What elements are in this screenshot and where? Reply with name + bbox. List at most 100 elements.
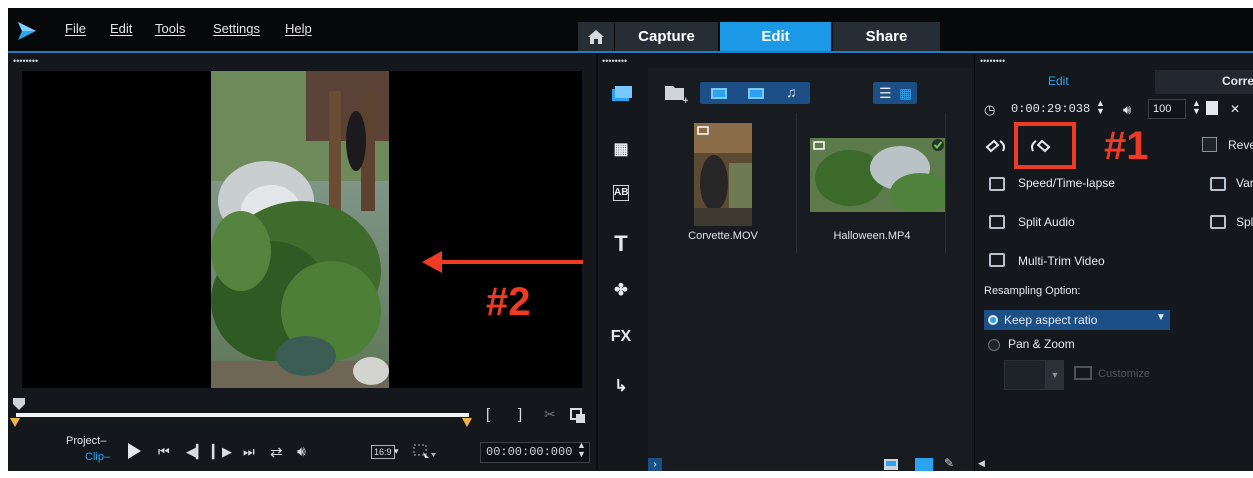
tab-share[interactable]: Share (833, 22, 940, 52)
keep-aspect-radio[interactable] (988, 315, 998, 325)
go-to-start-icon[interactable]: ⏮ (158, 444, 170, 460)
pan-zoom-preset-selector[interactable] (1004, 360, 1046, 390)
split-audio-button[interactable]: Split Audio (1018, 215, 1075, 229)
annotation-two: #2 (486, 280, 531, 324)
variable-speed-icon (1210, 177, 1226, 191)
mute-icon[interactable]: ✕ (1230, 102, 1240, 116)
duration-clock-icon: ◷ (984, 102, 996, 117)
project-mode-label[interactable]: Project– (66, 435, 106, 447)
mark-in-button[interactable]: [ (486, 406, 490, 423)
edit-properties-icon[interactable]: ✎ (944, 456, 954, 470)
options-panel-toggle-icon[interactable] (915, 458, 933, 471)
customize-icon (1074, 366, 1092, 380)
aspect-ratio-button[interactable]: 16:9 (371, 445, 395, 459)
split-audio-icon (989, 215, 1005, 229)
selection-mode-icon[interactable] (413, 444, 437, 460)
instant-project-icon[interactable]: ▦ (608, 139, 634, 159)
timecode-stepper-icon[interactable]: ▲ ▼ (577, 441, 586, 459)
duration-stepper-icon[interactable]: ▲ ▼ (1096, 99, 1105, 116)
menu-bar: File Edit Tools Settings Help Capture Ed… (8, 8, 1253, 52)
next-frame-icon[interactable]: ▎▶ (212, 444, 232, 460)
tab-edit[interactable]: Edit (720, 22, 831, 52)
speed-icon (989, 177, 1005, 191)
options-tab-edit[interactable]: Edit (1048, 74, 1069, 88)
clip-mode-label[interactable]: Clip– (85, 451, 110, 463)
clip-thumbnail-corvette[interactable] (694, 123, 752, 226)
collapse-panel-icon[interactable]: ◀ (978, 458, 985, 469)
menu-tools[interactable]: Tools (155, 21, 185, 36)
home-tab[interactable] (578, 22, 614, 52)
clip-duration-field[interactable]: 0:00:29:038 (1011, 102, 1090, 116)
split-scene-icon (1210, 215, 1226, 229)
home-icon (588, 30, 604, 44)
pan-zoom-radio[interactable] (988, 339, 1000, 351)
show-photos-icon[interactable] (748, 88, 764, 99)
multi-trim-icon (989, 253, 1005, 267)
graphics-icon[interactable]: ✤ (608, 280, 634, 300)
media-library-icon[interactable] (611, 84, 633, 104)
title-icon[interactable]: T (608, 231, 634, 257)
go-to-end-icon[interactable]: ⏭ (243, 444, 255, 460)
reverse-video-label: Reve (1228, 138, 1253, 152)
dropdown-arrow-icon[interactable]: ▼ (1156, 312, 1166, 323)
resampling-heading: Resampling Option: (984, 285, 1081, 297)
scissors-icon[interactable]: ✂ (544, 406, 556, 423)
reverse-checkbox[interactable] (1202, 137, 1217, 152)
options-tab-correction[interactable]: Corre (1222, 74, 1253, 88)
multi-trim-video-button[interactable]: Multi-Trim Video (1018, 254, 1105, 268)
menu-help[interactable]: Help (285, 21, 312, 36)
clip-volume-icon: 🔊︎ (1123, 102, 1132, 117)
panel-grip-icon[interactable]: •••••••• (13, 56, 38, 66)
keep-aspect-ratio-option[interactable]: Keep aspect ratio (1004, 313, 1097, 327)
list-view-icon[interactable]: ☰ (879, 85, 892, 102)
speed-time-lapse-button[interactable]: Speed/Time-lapse (1018, 176, 1115, 190)
menu-settings[interactable]: Settings (213, 21, 260, 36)
motion-path-icon[interactable]: ↳ (608, 376, 634, 396)
show-videos-icon[interactable] (711, 88, 727, 99)
variable-speed-button[interactable]: Var (1236, 176, 1253, 190)
annotation-one: #1 (1104, 124, 1149, 168)
volume-stepper-icon[interactable]: ▲ ▼ (1192, 99, 1201, 116)
preset-dropdown-arrow-icon[interactable]: ▼ (1046, 360, 1064, 390)
add-folder-icon[interactable]: + (664, 82, 688, 104)
volume-icon[interactable]: 🔊︎ (297, 443, 306, 460)
repeat-icon[interactable]: ⇄ (270, 443, 283, 461)
show-audio-icon[interactable]: ♫ (786, 84, 797, 100)
annotation-arrow-left (422, 251, 583, 273)
scrubber-handle[interactable] (12, 397, 26, 411)
trim-marker-end-icon[interactable] (462, 418, 472, 428)
trim-marker-start-icon[interactable] (10, 418, 20, 428)
playback-timecode[interactable]: 00:00:00:000 (480, 442, 590, 463)
tab-capture[interactable]: Capture (615, 22, 718, 52)
video-editor-window: File Edit Tools Settings Help Capture Ed… (8, 8, 1253, 471)
fx-filter-button[interactable]: FX (608, 328, 634, 346)
panel-layout-icon[interactable] (883, 458, 899, 471)
thumbnail-view-icon[interactable]: ▦ (899, 85, 912, 102)
rotate-left-icon[interactable] (984, 137, 1008, 155)
options-grip-icon[interactable]: •••••••• (980, 56, 1005, 66)
volume-menu-icon[interactable] (1206, 101, 1218, 115)
mark-out-button[interactable]: ] (518, 406, 522, 423)
app-logo-icon[interactable] (16, 21, 38, 41)
previous-frame-icon[interactable]: ◀▎ (186, 444, 206, 460)
transition-icon[interactable]: AB (613, 185, 629, 201)
annotation-highlight-box (1014, 122, 1076, 169)
svg-text:+: + (682, 96, 688, 104)
accent-divider (8, 51, 1253, 53)
options-panel: •••••••• (975, 54, 1253, 471)
aspect-dropdown-icon[interactable]: ▾ (394, 446, 399, 457)
menu-edit[interactable]: Edit (110, 21, 132, 36)
clip-volume-field[interactable]: 100 (1148, 99, 1186, 119)
clip-thumbnail-halloween[interactable] (810, 138, 945, 212)
expand-library-icon[interactable]: › (648, 458, 662, 471)
scrub-bar[interactable] (16, 413, 469, 417)
library-grip-icon[interactable]: •••••••• (602, 56, 627, 66)
play-icon[interactable] (126, 442, 142, 460)
split-by-scene-button[interactable]: Spl (1236, 215, 1253, 229)
pan-zoom-option[interactable]: Pan & Zoom (1008, 337, 1075, 351)
customize-button[interactable]: Customize (1098, 368, 1150, 380)
clip-name: Corvette.MOV (688, 230, 758, 242)
enlarge-preview-icon[interactable] (570, 408, 586, 424)
menu-file[interactable]: File (65, 21, 86, 36)
clip-used-check-icon (932, 139, 944, 151)
